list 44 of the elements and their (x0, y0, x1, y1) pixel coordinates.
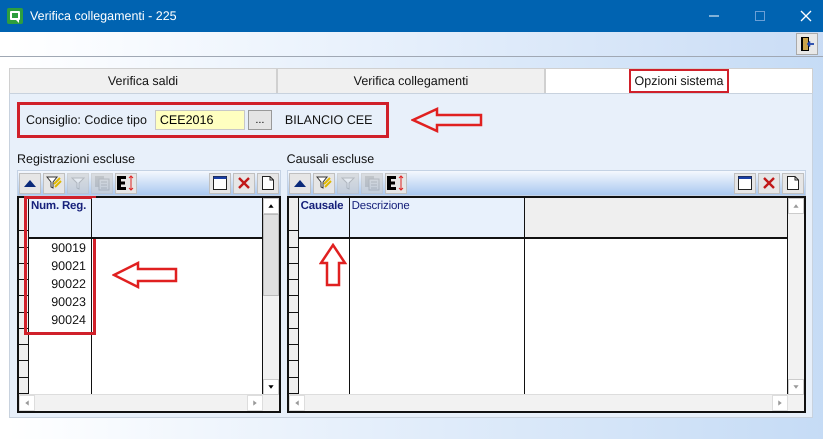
window-icon[interactable] (208, 172, 231, 194)
triangle-up-icon[interactable] (288, 172, 311, 194)
new-document-icon[interactable] (256, 172, 279, 194)
vertical-scrollbar[interactable] (262, 198, 279, 411)
scroll-right-icon[interactable] (772, 395, 788, 411)
window-icon[interactable] (734, 172, 756, 194)
delete-icon[interactable] (232, 172, 255, 194)
scroll-left-icon[interactable] (288, 395, 305, 411)
description-text: BILANCIO CEE (284, 113, 372, 127)
column-header[interactable]: Causale (298, 198, 349, 239)
browse-button[interactable]: ... (248, 110, 272, 130)
exit-button[interactable] (796, 33, 818, 55)
export-icon[interactable] (384, 172, 407, 194)
triangle-up-icon[interactable] (19, 172, 41, 194)
tab[interactable]: Verifica saldi (9, 68, 277, 93)
section-title: Causali escluse (286, 152, 376, 167)
scroll-up-icon[interactable] (262, 198, 279, 214)
horizontal-scrollbar[interactable] (288, 394, 788, 411)
column-header[interactable]: Descrizione (350, 198, 524, 239)
table-cell-text: 90019 (50, 240, 87, 257)
annotation-arrow (112, 261, 178, 289)
export-icon[interactable] (115, 172, 137, 194)
tab[interactable]: Verifica collegamenti (277, 68, 545, 93)
tab[interactable]: Opzioni sistema (545, 68, 813, 93)
table-cell-text: 90024 (50, 312, 87, 329)
annotation-arrow (318, 243, 347, 287)
close-icon[interactable] (800, 10, 812, 22)
window-title: Verifica collegamenti - 225 (30, 9, 177, 23)
scroll-down-icon[interactable] (262, 379, 279, 395)
filter-edit-icon[interactable] (312, 172, 335, 194)
field-label: Consiglio: Codice tipo (26, 113, 147, 127)
table-cell-text: 90021 (50, 258, 87, 275)
table-cell-text: 90022 (50, 276, 87, 293)
table-cell-text: 90023 (50, 294, 87, 311)
tab-label: Verifica collegamenti (352, 73, 470, 90)
filter-edit-icon[interactable] (43, 172, 65, 194)
app-icon (7, 8, 23, 24)
tab-label: Verifica saldi (106, 73, 180, 90)
column-header[interactable]: Num. Reg. (29, 198, 91, 239)
input-field[interactable]: CEE2016 (154, 110, 245, 130)
delete-icon[interactable] (758, 172, 780, 194)
highlighted-tab-label: Opzioni sistema (628, 69, 730, 93)
new-document-icon[interactable] (782, 172, 804, 194)
section-title: Registrazioni escluse (17, 152, 136, 167)
